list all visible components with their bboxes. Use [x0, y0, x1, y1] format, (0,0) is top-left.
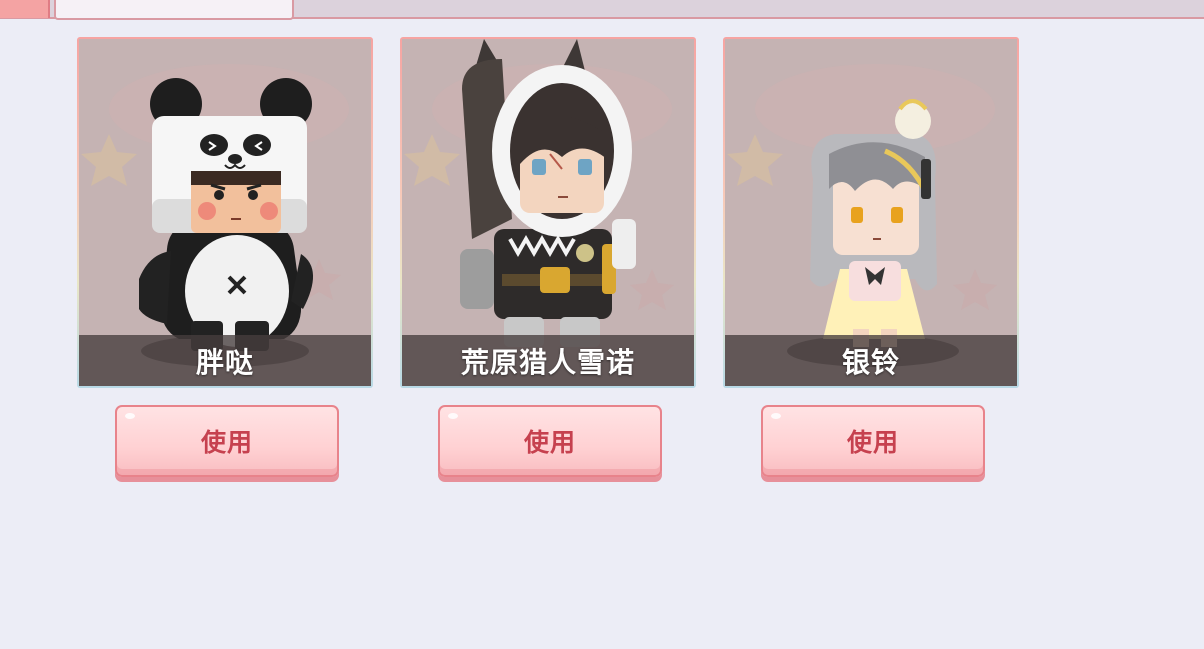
girl-character-icon: [787, 99, 959, 367]
tab-active[interactable]: [54, 0, 294, 20]
use-button-label: 使用: [523, 428, 576, 457]
use-button-1[interactable]: 使用: [115, 405, 339, 477]
skin-card-3[interactable]: 银铃: [723, 37, 1019, 388]
use-button-3[interactable]: 使用: [761, 405, 985, 477]
skin-name-bar: 荒原猎人雪诺: [402, 335, 694, 386]
skin-name-bar: 胖哒: [79, 335, 371, 386]
skin-name: 胖哒: [195, 345, 254, 379]
use-button-label: 使用: [200, 428, 253, 457]
use-button-label: 使用: [846, 428, 899, 457]
skin-card-1[interactable]: 胖哒: [77, 37, 373, 388]
hunter-character-icon: [460, 39, 636, 347]
back-tab[interactable]: [0, 0, 50, 18]
skin-card-2[interactable]: 荒原猎人雪诺: [400, 37, 696, 388]
panda-character-icon: [139, 78, 314, 367]
skin-name: 银铃: [841, 345, 900, 379]
use-button-2[interactable]: 使用: [438, 405, 662, 477]
skin-name-bar: 银铃: [725, 335, 1017, 386]
skin-name: 荒原猎人雪诺: [460, 345, 635, 379]
